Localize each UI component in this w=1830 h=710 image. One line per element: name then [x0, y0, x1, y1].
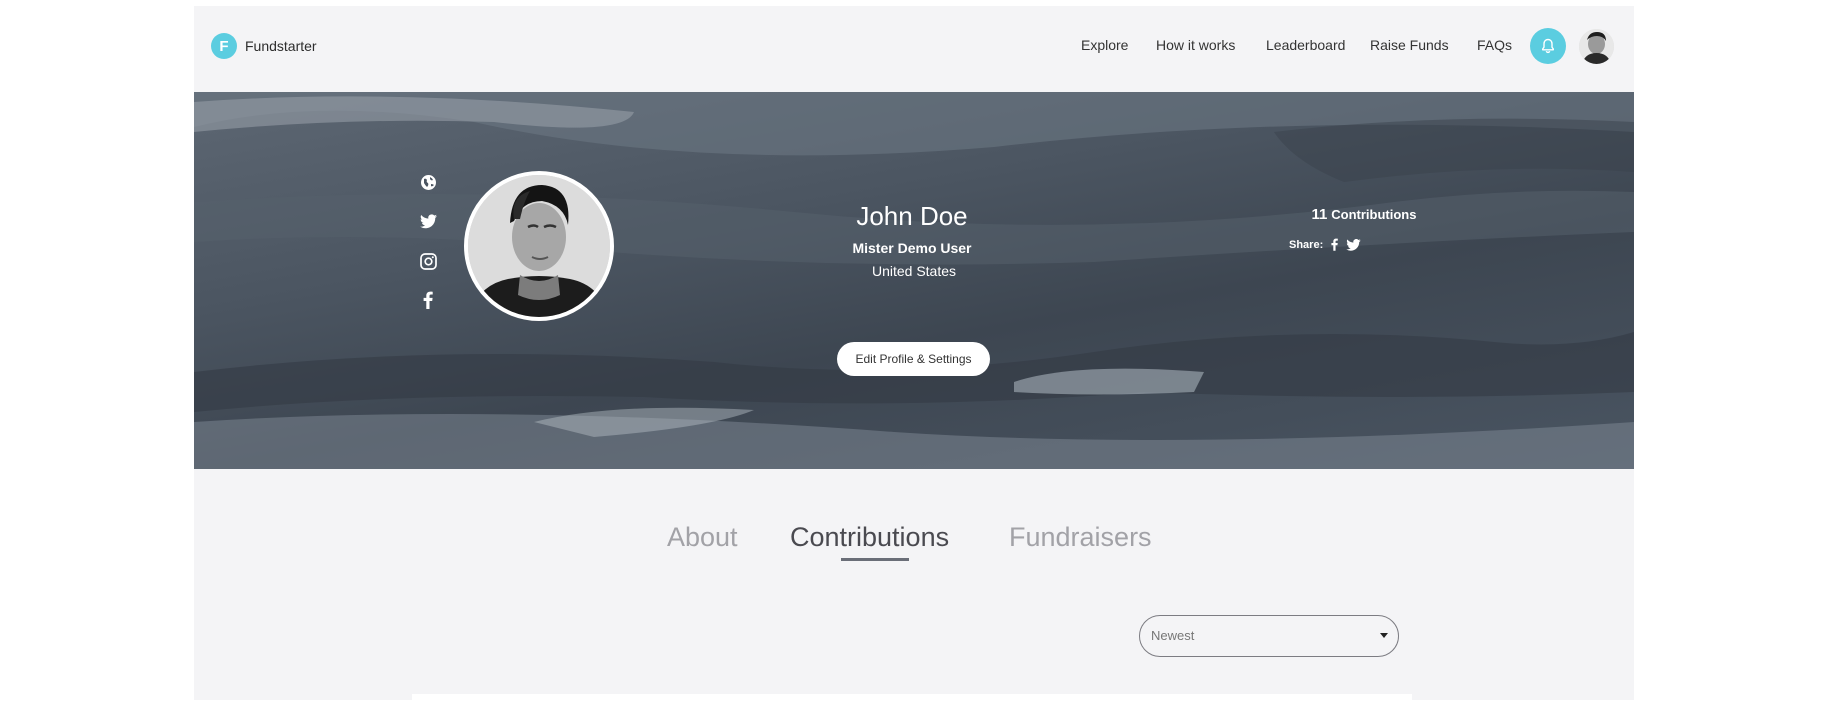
share-row: Share: [1289, 238, 1361, 251]
profile-portrait [468, 175, 610, 317]
facebook-icon[interactable] [1331, 238, 1339, 251]
nav-faqs[interactable]: FAQs [1477, 37, 1512, 53]
facebook-icon [423, 291, 433, 309]
top-navigation: F Fundstarter Explore How it works Leade… [194, 6, 1634, 92]
website-link[interactable] [417, 171, 439, 193]
tab-about[interactable]: About [667, 522, 738, 553]
twitter-icon [419, 213, 437, 228]
nav-how-it-works[interactable]: How it works [1156, 37, 1235, 53]
logo-mark: F [211, 33, 237, 59]
share-label: Share: [1289, 238, 1324, 251]
instagram-link[interactable] [417, 250, 439, 272]
active-tab-indicator [841, 558, 909, 561]
caret-down-icon [1380, 633, 1388, 638]
profile-hero: John Doe Mister Demo User United States … [194, 92, 1634, 469]
sort-select[interactable]: Newest [1139, 615, 1399, 657]
profile-country: United States [871, 263, 957, 279]
contribution-card [412, 694, 1412, 700]
facebook-link[interactable] [417, 289, 439, 311]
contributions-label: Contributions [1331, 207, 1417, 222]
brand-name: Fundstarter [245, 38, 317, 54]
globe-icon [420, 174, 436, 190]
avatar-portrait [1579, 29, 1614, 64]
tab-fundraisers[interactable]: Fundraisers [1009, 522, 1152, 553]
twitter-link[interactable] [417, 210, 439, 232]
profile-subtitle: Mister Demo User [852, 240, 972, 256]
hero-background [194, 92, 1634, 469]
sort-selected-value: Newest [1151, 628, 1195, 643]
profile-photo [464, 171, 614, 321]
nav-raise-funds[interactable]: Raise Funds [1370, 37, 1449, 53]
brand-logo[interactable]: F Fundstarter [211, 33, 317, 59]
nav-leaderboard[interactable]: Leaderboard [1266, 37, 1345, 53]
user-avatar[interactable] [1579, 29, 1614, 64]
twitter-icon[interactable] [1346, 238, 1361, 251]
tab-contributions[interactable]: Contributions [790, 522, 949, 553]
notifications-button[interactable] [1530, 28, 1566, 64]
profile-name: John Doe [856, 201, 968, 231]
contributions-count: 11 Contributions [1244, 206, 1484, 223]
contributions-number: 11 [1311, 206, 1328, 223]
edit-profile-button[interactable]: Edit Profile & Settings [837, 342, 990, 376]
bell-icon [1542, 38, 1554, 54]
page: F Fundstarter Explore How it works Leade… [194, 6, 1634, 700]
nav-explore[interactable]: Explore [1081, 37, 1128, 53]
instagram-icon [419, 252, 437, 270]
